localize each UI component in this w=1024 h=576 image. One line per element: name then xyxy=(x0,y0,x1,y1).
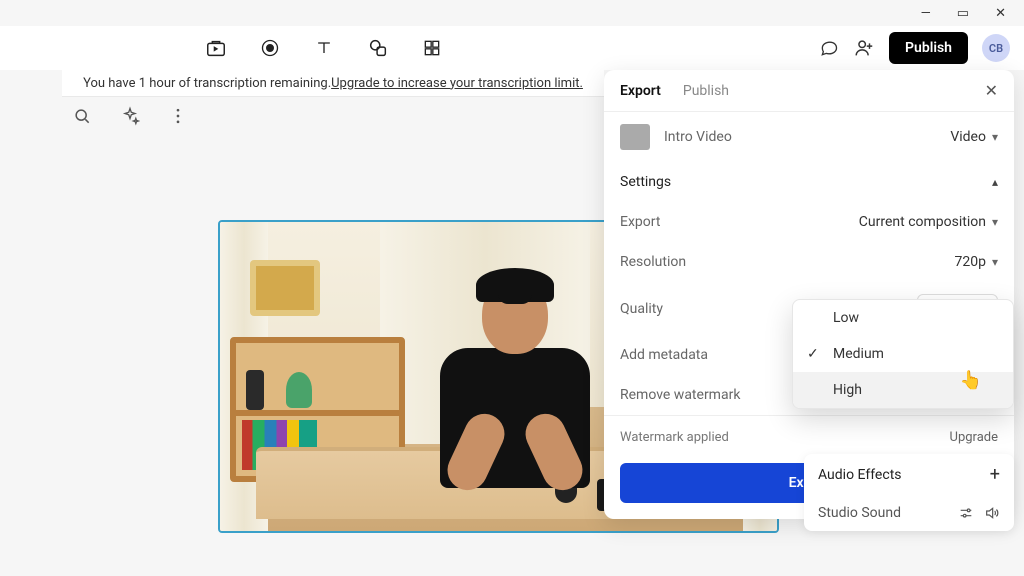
kebab-menu-icon[interactable] xyxy=(168,106,192,130)
quality-option-medium[interactable]: Medium xyxy=(793,336,1013,372)
quality-option-high[interactable]: High xyxy=(793,372,1013,408)
media-title: Intro Video xyxy=(664,129,732,145)
row-watermark-applied: Watermark applied Upgrade xyxy=(604,416,1014,453)
export-scope-value[interactable]: Current composition xyxy=(859,214,998,230)
sliders-icon[interactable] xyxy=(958,505,974,521)
settings-header[interactable]: Settings xyxy=(604,162,1014,202)
media-type-select[interactable]: Video xyxy=(950,129,998,145)
sparkle-icon[interactable] xyxy=(120,106,144,130)
chevron-down-icon xyxy=(992,214,998,230)
watermark-applied-label: Watermark applied xyxy=(620,430,729,445)
quality-label: Quality xyxy=(620,301,663,317)
templates-icon[interactable] xyxy=(420,36,444,60)
tool-strip xyxy=(204,36,444,60)
export-scope-label: Export xyxy=(620,214,660,230)
media-thumbnail xyxy=(620,124,650,150)
close-icon[interactable]: ✕ xyxy=(985,81,998,100)
avatar[interactable]: CB xyxy=(982,34,1010,62)
tab-export[interactable]: Export xyxy=(620,83,661,99)
studio-sound-label: Studio Sound xyxy=(818,505,901,521)
resolution-value[interactable]: 720p xyxy=(955,254,999,270)
remove-watermark-label: Remove watermark xyxy=(620,387,740,403)
row-export-scope[interactable]: Export Current composition xyxy=(604,202,1014,242)
resolution-label: Resolution xyxy=(620,254,686,270)
studio-sound-row[interactable]: Studio Sound xyxy=(804,495,1014,531)
audio-effects-header[interactable]: Audio Effects + xyxy=(804,454,1014,495)
media-bin-icon[interactable] xyxy=(204,36,228,60)
shapes-icon[interactable] xyxy=(366,36,390,60)
topbar: Publish CB xyxy=(0,26,1024,70)
transcription-banner: You have 1 hour of transcription remaini… xyxy=(62,70,604,96)
settings-label: Settings xyxy=(620,174,671,190)
chevron-down-icon xyxy=(992,129,998,145)
banner-upgrade-link[interactable]: Upgrade to increase your transcription l… xyxy=(331,76,583,91)
window-minimize-icon[interactable]: — xyxy=(921,6,931,21)
canvas-toolbar xyxy=(72,106,192,130)
audio-effects-panel: Audio Effects + Studio Sound xyxy=(804,454,1014,531)
upgrade-link[interactable]: Upgrade xyxy=(950,430,998,445)
search-icon[interactable] xyxy=(72,106,96,130)
window-close-icon[interactable]: ✕ xyxy=(995,6,1006,21)
add-metadata-label: Add metadata xyxy=(620,347,708,363)
tab-publish[interactable]: Publish xyxy=(683,83,729,99)
audio-effects-label: Audio Effects xyxy=(818,467,902,483)
media-row: Intro Video Video xyxy=(604,112,1014,162)
chevron-up-icon xyxy=(992,174,998,190)
export-panel-header: Export Publish ✕ xyxy=(604,70,1014,112)
export-panel: Export Publish ✕ Intro Video Video Setti… xyxy=(604,70,1014,519)
window-controls: — ▭ ✕ xyxy=(921,0,1024,26)
publish-button[interactable]: Publish xyxy=(889,32,968,64)
banner-text: You have 1 hour of transcription remaini… xyxy=(83,76,331,91)
invite-user-icon[interactable] xyxy=(853,37,875,59)
speaker-icon[interactable] xyxy=(984,505,1000,521)
row-resolution[interactable]: Resolution 720p xyxy=(604,242,1014,282)
window-maximize-icon[interactable]: ▭ xyxy=(957,6,969,21)
quality-dropdown: Low Medium High xyxy=(792,299,1014,409)
plus-icon[interactable]: + xyxy=(990,464,1000,485)
record-icon[interactable] xyxy=(258,36,282,60)
quality-option-low[interactable]: Low xyxy=(793,300,1013,336)
text-icon[interactable] xyxy=(312,36,336,60)
comment-icon[interactable] xyxy=(819,38,839,58)
chevron-down-icon xyxy=(992,254,998,270)
